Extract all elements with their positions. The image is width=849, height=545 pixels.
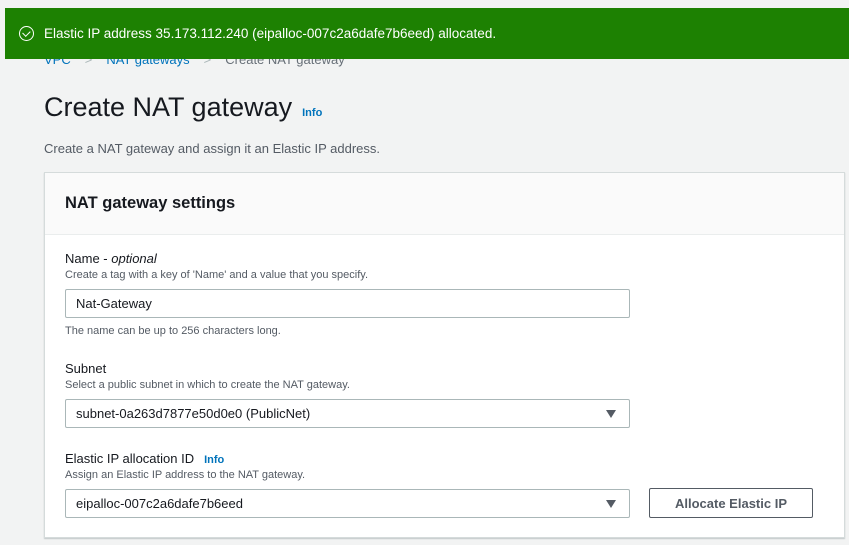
eip-label: Elastic IP allocation ID Info [65,451,305,466]
caret-down-icon [606,500,616,508]
name-label: Name - optional [65,251,368,266]
subnet-description: Select a public subnet in which to creat… [65,379,350,391]
allocate-elastic-ip-button[interactable]: Allocate Elastic IP [649,488,813,518]
name-input-value: Nat-Gateway [76,296,152,311]
page-subtitle: Create a NAT gateway and assign it an El… [44,141,381,156]
subnet-label: Subnet [65,361,107,376]
eip-label-text: Elastic IP allocation ID [65,451,195,466]
subnet-field-label-group: Subnet Select a public subnet in which t… [65,361,350,391]
eip-select[interactable]: eipalloc-007c2a6dafe7b6eed [65,489,630,518]
success-flash-banner: Elastic IP address 35.173.112.240 (eipal… [5,8,849,59]
name-description: Create a tag with a key of 'Name' and a … [65,269,368,281]
name-label-text: Name - [65,251,112,266]
caret-down-icon [606,410,616,418]
name-field-label-group: Name - optional Create a tag with a key … [65,251,368,281]
name-hint: The name can be up to 256 characters lon… [65,325,281,337]
check-circle-icon [19,26,34,41]
subnet-select-value: subnet-0a263d7877e50d0e0 (PublicNet) [76,406,311,421]
panel-header: NAT gateway settings [45,173,844,235]
page-header: Create NAT gateway Info [44,92,322,123]
info-link[interactable]: Info [302,107,322,119]
flash-message: Elastic IP address 35.173.112.240 (eipal… [44,26,497,41]
eip-description: Assign an Elastic IP address to the NAT … [65,469,306,481]
page-title: Create NAT gateway [44,92,293,122]
subnet-select[interactable]: subnet-0a263d7877e50d0e0 (PublicNet) [65,399,630,428]
eip-info-link[interactable]: Info [204,454,224,466]
eip-select-value: eipalloc-007c2a6dafe7b6eed [76,496,243,511]
panel-title: NAT gateway settings [65,194,236,212]
name-input[interactable]: Nat-Gateway [65,289,630,318]
nat-gateway-settings-panel: NAT gateway settings Name - optional Cre… [44,172,845,538]
eip-field-label-group: Elastic IP allocation ID Info Assign an E… [65,451,305,481]
optional-text: optional [111,251,157,266]
